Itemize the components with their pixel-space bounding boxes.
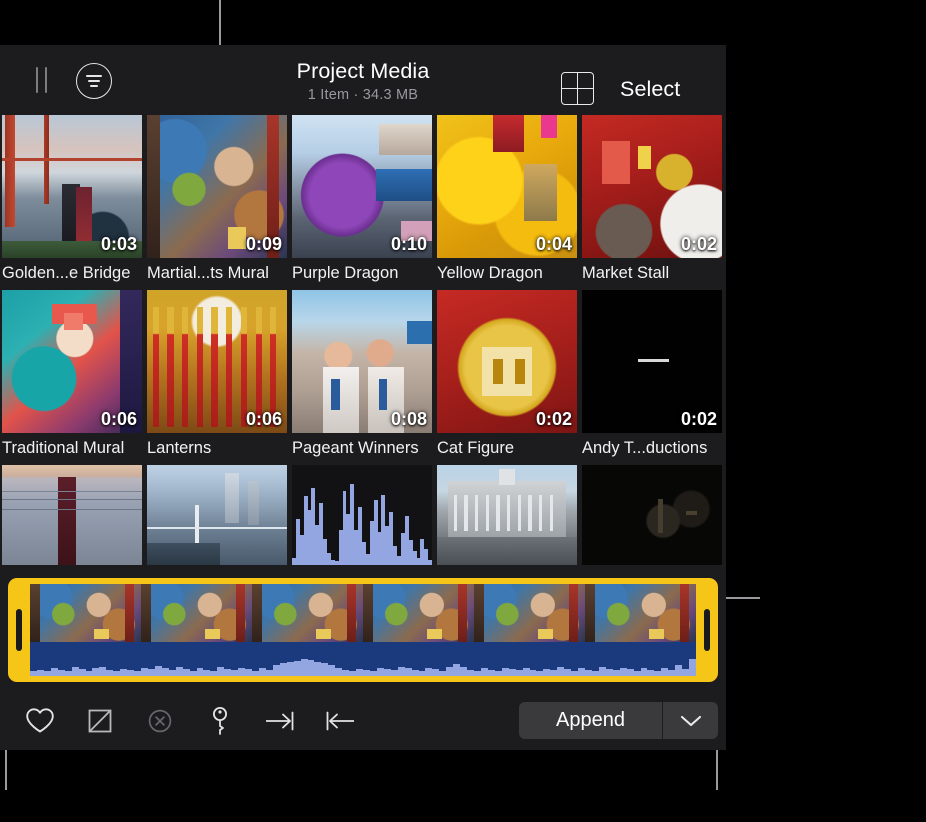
dark-clip-thumbnail-art	[582, 465, 722, 565]
thumbnail[interactable]: 0:02	[437, 290, 577, 433]
thumbnail[interactable]: 0:09	[147, 115, 287, 258]
martial-arts-mural-thumbnail-art	[474, 584, 585, 642]
filmstrip-frame	[30, 584, 141, 642]
duration-badge: 0:06	[246, 409, 282, 429]
select-button[interactable]: Select	[620, 73, 680, 105]
thumbnail-label: Traditional Mural	[2, 437, 142, 459]
golden-gate-dusk-thumbnail-art	[2, 465, 142, 565]
media-grid-item[interactable]: 0:03 Golden...e Bridge	[2, 115, 142, 284]
thumbnail-label: Golden...e Bridge	[2, 262, 142, 284]
media-grid-item[interactable]: 0:02 Market Stall	[582, 115, 722, 284]
audio-waveform-clip-thumbnail-art	[292, 465, 432, 565]
thumbnail-label: Lanterns	[147, 437, 287, 459]
martial-arts-mural-thumbnail-art	[363, 584, 474, 642]
filmstrip-area	[0, 573, 726, 691]
media-grid-item[interactable]: 0:02 Cat Figure	[437, 290, 577, 459]
media-grid-item[interactable]	[437, 465, 577, 565]
media-grid-item[interactable]: 0:04 Yellow Dragon	[437, 115, 577, 284]
filmstrip-frame	[474, 584, 585, 642]
duration-badge: 0:06	[101, 409, 137, 429]
grid-view-icon[interactable]	[561, 72, 594, 105]
duration-badge: 0:04	[536, 234, 572, 254]
selected-clip-filmstrip[interactable]	[8, 578, 718, 682]
append-button[interactable]: Append	[519, 702, 662, 739]
thumbnail-label: Pageant Winners	[292, 437, 432, 459]
media-grid-item[interactable]: 0:08 Pageant Winners	[292, 290, 432, 459]
filmstrip-frame	[141, 584, 252, 642]
thumbnail[interactable]: 0:02	[582, 115, 722, 258]
media-grid-item[interactable]: 0:06 Traditional Mural	[2, 290, 142, 459]
media-grid-item[interactable]: 0:06 Lanterns	[147, 290, 287, 459]
media-grid-item[interactable]	[582, 465, 722, 565]
thumbnail[interactable]: 0:03	[2, 115, 142, 258]
thumbnail-label: Martial...ts Mural	[147, 262, 287, 284]
filter-sort-icon[interactable]	[76, 63, 112, 99]
martial-arts-mural-thumbnail-art	[141, 584, 252, 642]
duration-badge: 0:10	[391, 234, 427, 254]
media-thumbnail-grid: 0:03 Golden...e Bridge 0:09 Martial...ts Mu…	[0, 115, 726, 575]
clip-action-toolbar: Append	[0, 691, 726, 750]
thumbnail-label: Market Stall	[582, 262, 722, 284]
thumbnail-label: Yellow Dragon	[437, 262, 577, 284]
panel-header: Project Media 1 Item · 34.3 MB Select	[0, 45, 726, 115]
thumbnail[interactable]	[292, 465, 432, 565]
set-range-start-icon[interactable]	[310, 691, 370, 750]
thumbnail[interactable]: 0:02	[582, 290, 722, 433]
media-grid-item[interactable]	[292, 465, 432, 565]
thumbnail[interactable]: 0:04	[437, 115, 577, 258]
duration-badge: 0:02	[681, 409, 717, 429]
thumbnail[interactable]	[437, 465, 577, 565]
duration-badge: 0:02	[681, 234, 717, 254]
media-grid-item[interactable]: 0:10 Purple Dragon	[292, 115, 432, 284]
project-media-panel: Project Media 1 Item · 34.3 MB Select 0:…	[0, 45, 726, 750]
drag-handle-icon[interactable]	[36, 67, 47, 93]
duration-badge: 0:08	[391, 409, 427, 429]
filmstrip-content[interactable]	[30, 584, 696, 676]
trim-handle-right[interactable]	[704, 609, 710, 651]
reject-icon[interactable]	[70, 691, 130, 750]
media-grid-row	[0, 465, 726, 575]
martial-arts-mural-thumbnail-art	[252, 584, 363, 642]
thumbnail[interactable]	[582, 465, 722, 565]
thumbnail[interactable]: 0:10	[292, 115, 432, 258]
duration-badge: 0:09	[246, 234, 282, 254]
set-range-end-icon[interactable]	[250, 691, 310, 750]
media-grid-item-selected[interactable]: 0:09 Martial...ts Mural	[147, 115, 287, 284]
append-button-group: Append	[519, 702, 718, 739]
media-grid-row: 0:06 Traditional Mural 0:06 Lanterns 0:08 Pag…	[0, 290, 726, 465]
screenshot-root: Project Media 1 Item · 34.3 MB Select 0:…	[0, 0, 926, 822]
thumbnail[interactable]	[147, 465, 287, 565]
thumbnail-label: Andy T...ductions	[582, 437, 722, 459]
filmstrip-frame	[363, 584, 474, 642]
thumbnail[interactable]	[2, 465, 142, 565]
filmstrip-frame	[252, 584, 363, 642]
filmstrip-frames	[30, 584, 696, 642]
toolbar-icon-group	[10, 691, 370, 750]
duration-badge: 0:02	[536, 409, 572, 429]
media-grid-row: 0:03 Golden...e Bridge 0:09 Martial...ts Mu…	[0, 115, 726, 290]
media-grid-item[interactable]	[147, 465, 287, 565]
duration-badge: 0:03	[101, 234, 137, 254]
city-hall-thumbnail-art	[437, 465, 577, 565]
thumbnail-label: Cat Figure	[437, 437, 577, 459]
media-grid-item[interactable]	[2, 465, 142, 565]
thumbnail-label: Purple Dragon	[292, 262, 432, 284]
trim-handle-left[interactable]	[16, 609, 22, 651]
martial-arts-mural-thumbnail-art	[585, 584, 696, 642]
audio-waveform	[30, 642, 696, 676]
media-grid-item[interactable]: 0:02 Andy T...ductions	[582, 290, 722, 459]
keyword-icon[interactable]	[190, 691, 250, 750]
thumbnail[interactable]: 0:08	[292, 290, 432, 433]
chevron-down-icon[interactable]	[662, 702, 718, 739]
bay-bridge-aerial-thumbnail-art	[147, 465, 287, 565]
thumbnail[interactable]: 0:06	[147, 290, 287, 433]
favorite-heart-icon[interactable]	[10, 691, 70, 750]
unrate-icon[interactable]	[130, 691, 190, 750]
filmstrip-frame	[585, 584, 696, 642]
thumbnail[interactable]: 0:06	[2, 290, 142, 433]
martial-arts-mural-thumbnail-art	[30, 584, 141, 642]
